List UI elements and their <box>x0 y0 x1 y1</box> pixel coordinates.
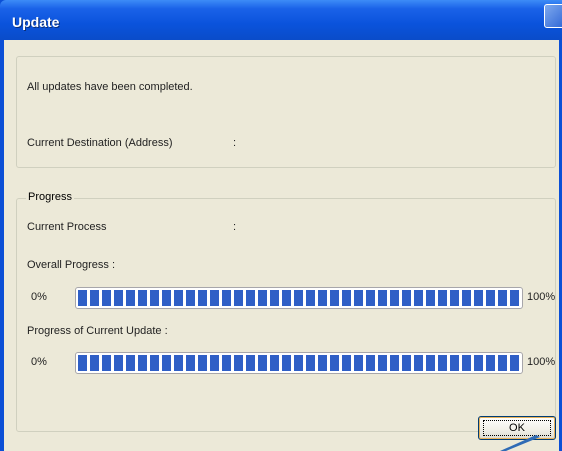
current-update-progress-max: 100% <box>527 356 556 368</box>
current-update-progress-bar <box>75 352 523 374</box>
current-process-separator: : <box>233 221 237 233</box>
progress-legend: Progress <box>26 191 75 203</box>
current-update-progress-label: Progress of Current Update : <box>27 325 168 337</box>
overall-progress-min: 0% <box>31 291 47 303</box>
destination-separator: : <box>233 137 237 149</box>
dialog-client-area: All updates have been completed. Current… <box>4 40 562 451</box>
overall-progress-max: 100% <box>527 291 556 303</box>
current-update-progress-fill <box>78 355 520 371</box>
destination-label: Current Destination (Address) <box>27 137 173 149</box>
update-dialog: Update All updates have been completed. … <box>0 0 562 451</box>
window-title: Update <box>12 14 60 30</box>
title-bar[interactable]: Update <box>0 0 562 40</box>
mouse-cursor-icon <box>500 435 540 451</box>
current-process-label: Current Process <box>27 221 107 233</box>
status-message: All updates have been completed. <box>27 81 193 93</box>
ok-button-label: OK <box>509 422 525 434</box>
window-control-button[interactable] <box>544 4 562 28</box>
overall-progress-label: Overall Progress : <box>27 259 116 271</box>
overall-progress-bar <box>75 287 523 309</box>
current-update-progress-min: 0% <box>31 356 47 368</box>
overall-progress-fill <box>78 290 520 306</box>
status-panel: All updates have been completed. Current… <box>16 56 556 168</box>
progress-group: Progress Current Process : Overall Progr… <box>16 191 556 432</box>
